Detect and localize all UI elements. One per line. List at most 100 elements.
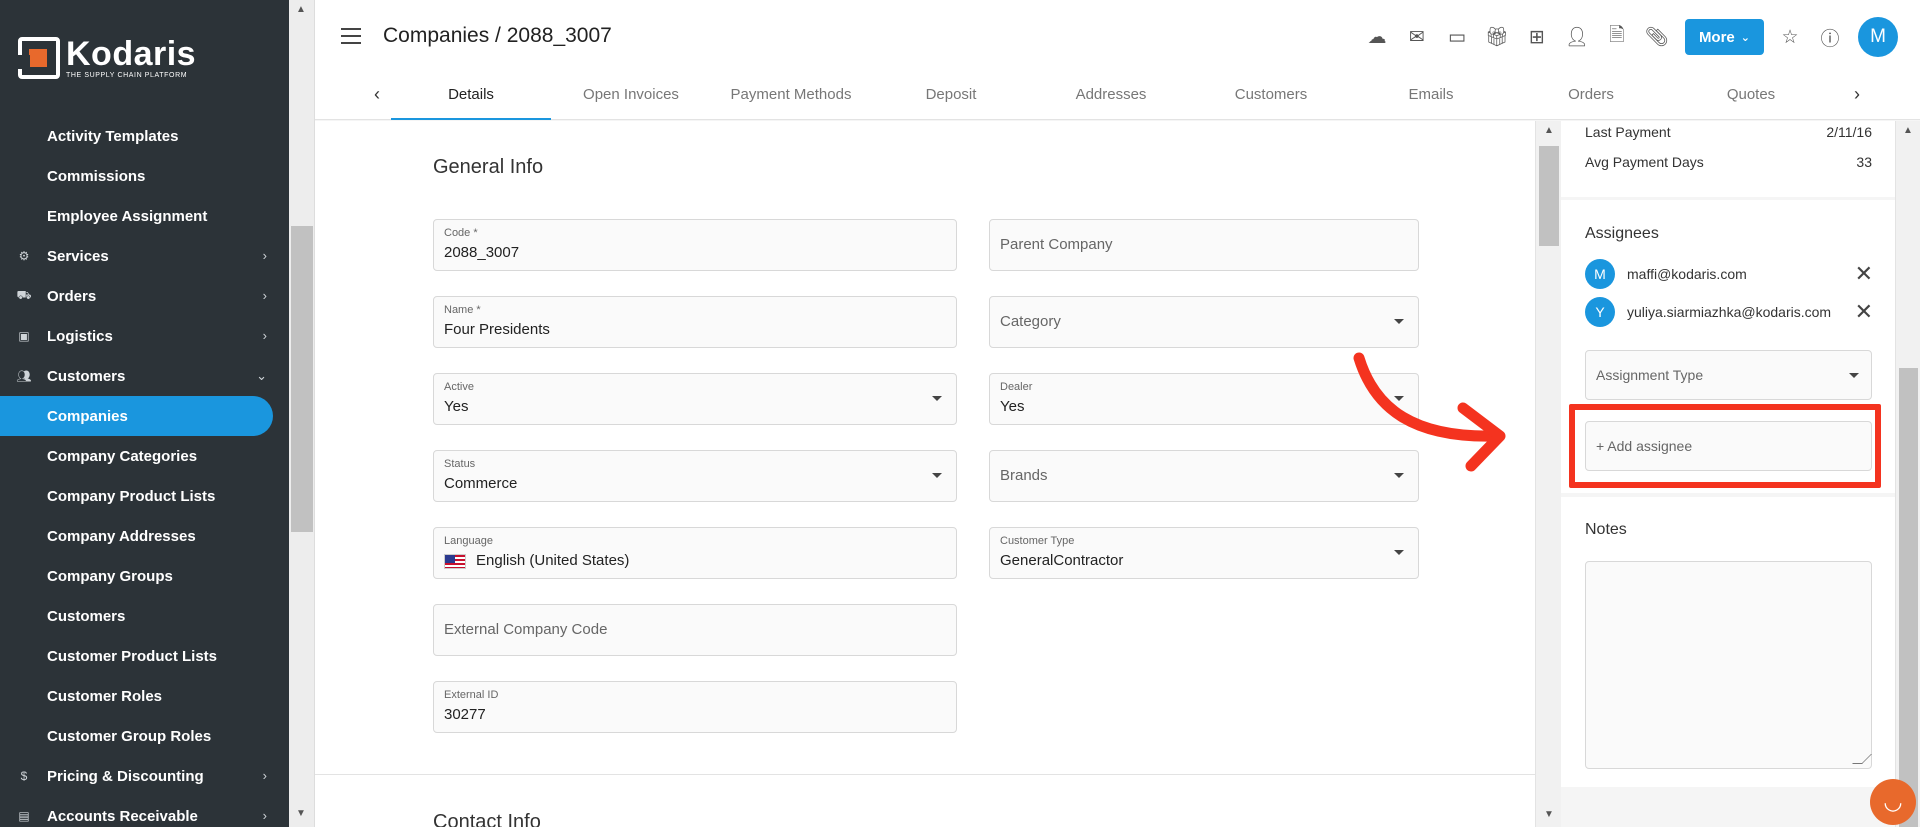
scrollbar-thumb[interactable] xyxy=(1899,368,1918,827)
mail-icon[interactable]: ✉ xyxy=(1397,19,1437,55)
sidebar-item-label: Companies xyxy=(47,407,128,425)
sidebar-item-customers[interactable]: Customers xyxy=(0,596,289,636)
scrollbar-thumb[interactable] xyxy=(1539,146,1559,246)
last-payment-row: Last Payment 2/11/16 xyxy=(1585,124,1872,140)
status-select[interactable]: Status Commerce xyxy=(433,450,957,502)
sidebar-item-customers[interactable]: 👥︎ Customers ⌄ xyxy=(0,356,289,396)
sidebar-item-activity-templates[interactable]: Activity Templates xyxy=(0,116,289,156)
tab-orders[interactable]: Orders xyxy=(1511,74,1671,120)
name-field[interactable]: Name * Four Presidents xyxy=(433,296,957,348)
add-document-icon[interactable]: 🗎 xyxy=(1597,19,1637,55)
sidebar-scrollbar[interactable]: ▲ ▼ xyxy=(289,0,315,827)
resize-handle-icon[interactable] xyxy=(1852,754,1872,764)
active-select[interactable]: Active Yes xyxy=(433,373,957,425)
sidebar-item-commissions[interactable]: Commissions xyxy=(0,156,289,196)
language-field[interactable]: Language English (United States) xyxy=(433,527,957,579)
tabs-next-icon[interactable]: › xyxy=(1845,84,1869,108)
details-scrollbar[interactable]: ▲ ▼ xyxy=(1535,121,1561,827)
cloud-upload-icon[interactable]: ☁ xyxy=(1357,19,1397,55)
hamburger-menu-icon[interactable] xyxy=(341,28,361,44)
scroll-down-icon[interactable]: ▼ xyxy=(1544,809,1554,820)
sidebar: Kodaris THE SUPPLY CHAIN PLATFORM Activi… xyxy=(0,0,289,827)
sidebar-item-services[interactable]: ⚙ Services › xyxy=(0,236,289,276)
external-id-label: External ID xyxy=(444,689,499,701)
tab-customers[interactable]: Customers xyxy=(1191,74,1351,120)
logo-name: Kodaris xyxy=(66,35,197,73)
category-select[interactable]: Category xyxy=(989,296,1419,348)
customer-type-select[interactable]: Customer Type GeneralContractor xyxy=(989,527,1419,579)
sidebar-item-customer-group-roles[interactable]: Customer Group Roles xyxy=(0,716,289,756)
scroll-up-icon[interactable]: ▲ xyxy=(296,4,306,15)
general-info-title: General Info xyxy=(433,156,544,178)
code-field[interactable]: Code * 2088_3007 xyxy=(433,219,957,271)
tab-details[interactable]: Details xyxy=(391,74,551,120)
scroll-up-icon[interactable]: ▲ xyxy=(1903,125,1913,136)
tab-deposit[interactable]: Deposit xyxy=(871,74,1031,120)
more-button[interactable]: More ⌄ xyxy=(1684,19,1764,55)
assignee-email: maffi@kodaris.com xyxy=(1627,266,1747,282)
sidebar-item-label: Logistics xyxy=(47,327,113,345)
add-screen-icon[interactable]: ⊞ xyxy=(1517,19,1557,55)
side-panel-scrollbar[interactable]: ▲ xyxy=(1895,121,1920,827)
sidebar-item-company-addresses[interactable]: Company Addresses xyxy=(0,516,289,556)
star-icon[interactable]: ☆ xyxy=(1770,19,1810,55)
sidebar-item-label: Commissions xyxy=(47,167,146,185)
add-person-icon[interactable]: 👤︎ xyxy=(1557,19,1597,55)
tab-payment-methods[interactable]: Payment Methods xyxy=(711,74,871,120)
notes-title: Notes xyxy=(1585,521,1627,538)
code-value: 2088_3007 xyxy=(444,244,520,261)
sidebar-item-label: Customer Roles xyxy=(47,687,163,705)
sidebar-item-logistics[interactable]: ▣ Logistics › xyxy=(0,316,289,356)
scroll-up-icon[interactable]: ▲ xyxy=(1544,125,1554,136)
payment-summary-card: Last Payment 2/11/16 Avg Payment Days 33 xyxy=(1561,121,1895,197)
tab-open-invoices[interactable]: Open Invoices xyxy=(551,74,711,120)
contact-info-title: Contact Info xyxy=(433,811,541,827)
parent-company-field[interactable]: Parent Company xyxy=(989,219,1419,271)
user-avatar[interactable]: M xyxy=(1858,17,1898,57)
active-label: Active xyxy=(444,381,474,393)
sidebar-item-label: Company Groups xyxy=(47,567,173,585)
sidebar-item-companies[interactable]: Companies xyxy=(0,396,273,436)
dealer-label: Dealer xyxy=(1000,381,1033,393)
sidebar-item-customer-roles[interactable]: Customer Roles xyxy=(0,676,289,716)
notes-textarea[interactable] xyxy=(1585,561,1872,769)
avg-payment-days-value: 33 xyxy=(1856,154,1872,170)
chevron-right-icon: › xyxy=(262,808,267,823)
sidebar-item-customer-product-lists[interactable]: Customer Product Lists xyxy=(0,636,289,676)
scroll-down-icon[interactable]: ▼ xyxy=(296,808,306,819)
gift-icon[interactable]: 🎁︎ xyxy=(1477,19,1517,55)
sidebar-item-company-groups[interactable]: Company Groups xyxy=(0,556,289,596)
sidebar-item-employee-assignment[interactable]: Employee Assignment xyxy=(0,196,289,236)
external-company-code-placeholder: External Company Code xyxy=(444,621,608,638)
tabs-prev-icon[interactable]: ‹ xyxy=(365,84,389,108)
tab-emails[interactable]: Emails xyxy=(1351,74,1511,120)
payment-icon[interactable]: ▭ xyxy=(1437,19,1477,55)
active-value: Yes xyxy=(444,398,469,415)
assignment-type-select[interactable]: Assignment Type xyxy=(1585,350,1872,400)
chat-support-icon[interactable]: ◡ xyxy=(1870,779,1916,825)
attachment-icon[interactable]: 📎︎ xyxy=(1637,19,1677,55)
tab-addresses[interactable]: Addresses xyxy=(1031,74,1191,120)
external-company-code-field[interactable]: External Company Code xyxy=(433,604,957,656)
help-icon[interactable]: ⓘ xyxy=(1810,19,1850,55)
kodaris-logo[interactable]: Kodaris THE SUPPLY CHAIN PLATFORM xyxy=(18,36,196,80)
sidebar-item-orders[interactable]: ⛟ Orders › xyxy=(0,276,289,316)
sidebar-item-label: Company Categories xyxy=(47,447,198,465)
assignees-title: Assignees xyxy=(1585,225,1659,242)
remove-assignee-icon[interactable]: ✕ xyxy=(1855,299,1873,325)
gears-icon: ⚙ xyxy=(18,249,30,263)
sidebar-item-label: Customer Product Lists xyxy=(47,647,218,665)
sidebar-item-pricing-discounting[interactable]: $ Pricing & Discounting › xyxy=(0,756,289,796)
sidebar-item-accounts-receivable[interactable]: ▤ Accounts Receivable › xyxy=(0,796,289,827)
sidebar-item-company-categories[interactable]: Company Categories xyxy=(0,436,289,476)
tab-quotes[interactable]: Quotes xyxy=(1671,74,1831,120)
assignee-avatar: Y xyxy=(1585,297,1615,327)
chevron-right-icon: › xyxy=(262,248,267,263)
external-id-field[interactable]: External ID 30277 xyxy=(433,681,957,733)
avg-payment-days-row: Avg Payment Days 33 xyxy=(1585,154,1872,170)
remove-assignee-icon[interactable]: ✕ xyxy=(1855,261,1873,287)
toolbar: ☁ ✉ ▭ 🎁︎ ⊞ 👤︎ 🗎 📎︎ More ⌄ ☆ ⓘ M xyxy=(1357,17,1898,57)
sidebar-item-company-product-lists[interactable]: Company Product Lists xyxy=(0,476,289,516)
last-payment-value: 2/11/16 xyxy=(1826,124,1872,140)
scrollbar-thumb[interactable] xyxy=(291,226,313,532)
